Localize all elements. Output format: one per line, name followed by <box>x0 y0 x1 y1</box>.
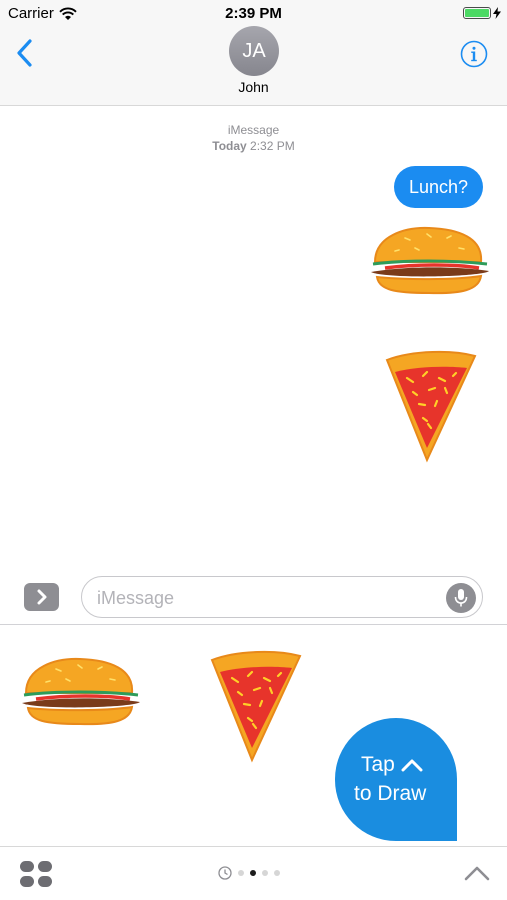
conversation-header: Carrier 2:39 PM JA John <box>0 0 507 106</box>
timestamp-day: Today <box>212 139 247 153</box>
message-input[interactable] <box>97 586 437 610</box>
outgoing-message-bubble[interactable]: Lunch? <box>393 166 483 208</box>
chevron-left-icon[interactable] <box>14 38 36 68</box>
burger-sticker[interactable] <box>365 224 491 296</box>
tap-to-draw-line2: to Draw <box>354 782 427 805</box>
app-drawer-button[interactable] <box>24 583 59 611</box>
status-time: 2:39 PM <box>225 5 282 22</box>
tap-to-draw-button[interactable]: Tap to Draw <box>335 718 457 841</box>
service-label: iMessage <box>227 123 280 137</box>
page-dot-active[interactable] <box>250 870 256 876</box>
contact-avatar[interactable]: JA <box>229 26 279 76</box>
page-dot[interactable] <box>262 870 268 876</box>
microphone-button[interactable] <box>446 583 476 613</box>
contact-name[interactable]: John <box>0 79 507 95</box>
page-dot[interactable] <box>274 870 280 876</box>
chevron-up-icon[interactable] <box>464 864 490 882</box>
microphone-icon <box>454 589 468 607</box>
message-input-container[interactable] <box>81 576 483 618</box>
tap-label: Tap <box>361 753 395 776</box>
pizza-sticker[interactable] <box>383 348 479 464</box>
recents-clock-icon[interactable] <box>218 866 232 880</box>
status-bar: Carrier 2:39 PM <box>0 0 507 28</box>
message-timestamp: Today 2:32 PM <box>0 139 507 153</box>
drawer-burger-sticker[interactable] <box>16 655 142 727</box>
drawer-pizza-sticker[interactable] <box>208 648 304 764</box>
charging-bolt-icon <box>493 7 501 19</box>
chevron-up-icon <box>401 759 423 772</box>
battery-icon <box>463 7 491 19</box>
battery-indicator <box>463 7 501 19</box>
tap-to-draw-line1: Tap <box>361 753 423 777</box>
info-icon[interactable] <box>460 40 488 68</box>
page-dot[interactable] <box>238 870 244 876</box>
chevron-right-icon <box>37 589 46 605</box>
app-grid-icon[interactable] <box>20 861 52 887</box>
page-indicator[interactable] <box>218 866 280 880</box>
app-drawer-bottom-bar <box>0 846 507 900</box>
timestamp-time: 2:32 PM <box>250 139 295 153</box>
